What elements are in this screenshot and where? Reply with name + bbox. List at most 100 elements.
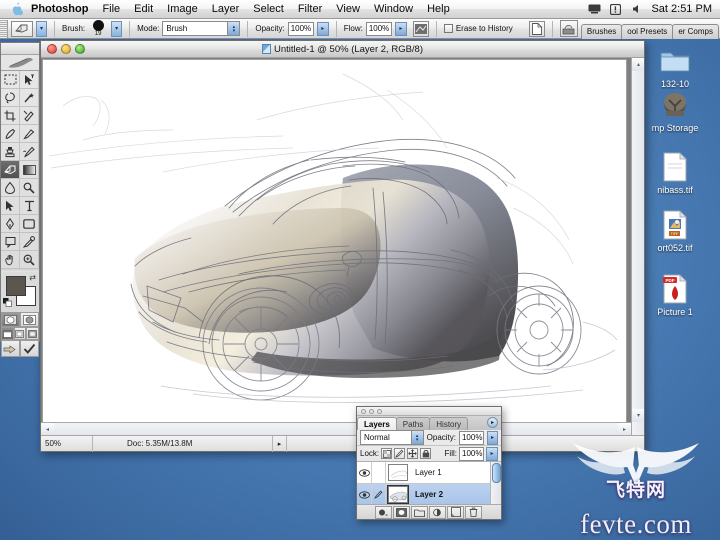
new-layer-icon[interactable] [447, 505, 464, 519]
lock-all-icon[interactable] [420, 448, 432, 459]
notes-tool[interactable] [1, 233, 20, 251]
current-tool-group[interactable]: ▾ [8, 20, 50, 37]
slice-tool[interactable] [20, 107, 39, 125]
layer-visibility-toggle[interactable] [357, 462, 372, 484]
flow-input[interactable]: 100% [365, 21, 392, 36]
fill-input[interactable]: 100% [459, 446, 484, 461]
table-row[interactable]: Layer 2 [357, 483, 501, 504]
history-brush-tool[interactable] [20, 143, 39, 161]
jump-to-imageready-icon[interactable] [1, 340, 20, 357]
pen-tool[interactable] [1, 215, 20, 233]
desktop-icon-pdf[interactable]: PDF Picture 1 [638, 272, 712, 317]
desktop-icon-storage[interactable]: mp Storage [638, 88, 712, 133]
desktop-icon-folder[interactable]: 132-10 [638, 44, 712, 89]
layer-mask-icon[interactable] [393, 505, 410, 519]
layer-thumbnail-cell[interactable] [386, 484, 410, 504]
layer-opacity-chevron-down-icon[interactable]: ▸ [486, 430, 498, 445]
canvas-area[interactable]: ▴ ▾ ◂ ▸ [41, 58, 644, 435]
menu-item-file[interactable]: File [95, 0, 127, 19]
menu-app-name[interactable]: Photoshop [27, 0, 95, 19]
quick-mask-icon[interactable] [20, 312, 39, 327]
palette-zoom-button[interactable] [377, 408, 382, 414]
opacity-input[interactable]: 100% [287, 21, 314, 36]
lock-position-icon[interactable] [407, 448, 419, 459]
tab-history[interactable]: History [429, 417, 469, 430]
palette-menu-icon[interactable]: ▸ [487, 417, 498, 428]
default-colors-icon[interactable] [3, 298, 12, 307]
blend-mode-stepper-icon[interactable]: ▴ ▾ [410, 431, 423, 444]
standard-screen-icon[interactable] [1, 327, 14, 340]
menu-item-view[interactable]: View [329, 0, 367, 19]
scroll-up-arrow-icon[interactable]: ▴ [632, 58, 644, 71]
zoom-tool[interactable] [20, 251, 39, 269]
palette-well-toggle-group[interactable] [557, 20, 581, 37]
tool-preset-chevron-down-icon[interactable]: ▾ [36, 20, 47, 37]
blur-tool[interactable] [1, 179, 20, 197]
volume-icon[interactable] [630, 3, 643, 15]
menu-item-help[interactable]: Help [420, 0, 457, 19]
standard-mode-icon[interactable] [1, 312, 20, 327]
well-tab-layer-comps[interactable]: er Comps [672, 23, 719, 39]
full-screen-icon[interactable] [26, 327, 39, 340]
gradient-tool[interactable] [20, 161, 39, 179]
paintbrush-icon[interactable] [372, 483, 386, 504]
fill-chevron-down-icon[interactable]: ▸ [486, 446, 498, 461]
tab-paths[interactable]: Paths [395, 417, 431, 430]
airbrush-icon[interactable] [412, 20, 429, 37]
path-selection-tool[interactable] [1, 197, 20, 215]
menu-item-image[interactable]: Image [160, 0, 205, 19]
menu-item-edit[interactable]: Edit [127, 0, 160, 19]
layer-visibility-toggle[interactable] [357, 483, 372, 504]
toolbox-drag-handle[interactable] [1, 43, 39, 55]
delete-layer-icon[interactable] [465, 505, 482, 519]
file-browser-group[interactable] [526, 20, 548, 37]
triangle-right-icon[interactable]: ▸ [273, 435, 287, 452]
document-title-bar[interactable]: Untitled-1 @ 50% (Layer 2, RGB/8) [41, 41, 644, 58]
palette-close-button[interactable] [361, 408, 366, 414]
file-browser-icon[interactable] [528, 20, 545, 37]
layers-palette-title-bar[interactable] [357, 407, 501, 416]
crop-tool[interactable] [1, 107, 20, 125]
layer-name[interactable]: Layer 2 [410, 490, 443, 499]
move-tool[interactable] [20, 71, 39, 89]
foreground-color-swatch[interactable] [6, 276, 26, 296]
alert-icon[interactable] [609, 3, 622, 15]
lock-image-icon[interactable] [394, 448, 406, 459]
scroll-left-arrow-icon[interactable]: ◂ [41, 423, 54, 435]
hand-tool[interactable] [1, 251, 20, 269]
erase-to-history-checkbox[interactable] [443, 24, 453, 33]
full-screen-menubar-icon[interactable] [13, 327, 27, 340]
layer-thumbnail-cell[interactable] [386, 462, 410, 484]
apple-logo-icon[interactable] [7, 2, 27, 16]
menu-item-filter[interactable]: Filter [291, 0, 329, 19]
scroll-down-arrow-icon[interactable]: ▾ [632, 409, 644, 422]
menu-item-window[interactable]: Window [367, 0, 420, 19]
layer-name[interactable]: Layer 1 [410, 468, 442, 477]
brush-picker-chevron-down-icon[interactable]: ▾ [111, 20, 123, 37]
layers-scrollbar[interactable] [490, 462, 501, 504]
eyedropper-tool[interactable] [20, 233, 39, 251]
table-row[interactable]: Layer 1 [357, 462, 501, 484]
brush-tool[interactable] [20, 125, 39, 143]
zoom-level-input[interactable]: 50% [41, 435, 93, 452]
layer-style-icon[interactable] [375, 505, 392, 519]
lock-transparency-icon[interactable] [381, 448, 393, 459]
swap-colors-icon[interactable]: ⇄ [29, 273, 36, 282]
well-tab-tool-presets[interactable]: ool Presets [621, 23, 674, 39]
layers-list[interactable]: Layer 1 Layer 2 [357, 462, 501, 504]
new-group-icon[interactable] [411, 505, 428, 519]
tab-layers[interactable]: Layers [357, 417, 397, 430]
shape-tool[interactable] [20, 215, 39, 233]
well-tab-brushes[interactable]: Brushes [580, 23, 623, 39]
palette-minimize-button[interactable] [369, 408, 374, 414]
check-icon[interactable] [20, 340, 39, 357]
mode-select[interactable]: Brush ▴ ▾ [162, 21, 241, 36]
marquee-tool[interactable] [1, 71, 20, 89]
desktop-icon-tif-doc[interactable]: nibass.tif [638, 150, 712, 195]
eraser-tool[interactable] [1, 161, 20, 179]
layer-link-toggle[interactable] [372, 462, 386, 484]
type-tool[interactable] [20, 197, 39, 215]
canvas-vertical-scrollbar[interactable]: ▴ ▾ [631, 58, 644, 435]
menu-item-layer[interactable]: Layer [205, 0, 247, 19]
clone-stamp-tool[interactable] [1, 143, 20, 161]
